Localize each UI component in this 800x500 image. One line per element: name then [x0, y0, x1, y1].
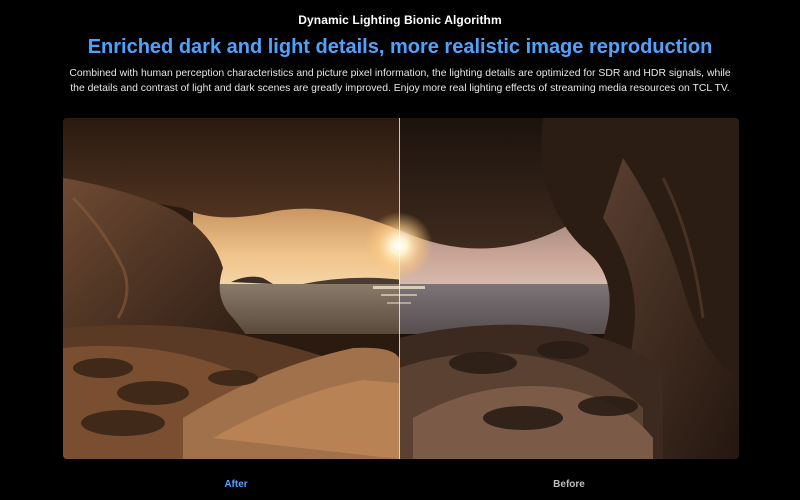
before-label[interactable]: Before	[533, 479, 605, 490]
description: Combined with human perception character…	[69, 68, 731, 94]
after-label[interactable]: After	[200, 479, 272, 490]
before-after-comparison[interactable]	[63, 118, 739, 459]
headline: Enriched dark and light details, more re…	[87, 36, 713, 58]
eyebrow-title: Dynamic Lighting Bionic Algorithm	[298, 13, 502, 27]
comparison-slider-handle[interactable]	[393, 118, 406, 459]
